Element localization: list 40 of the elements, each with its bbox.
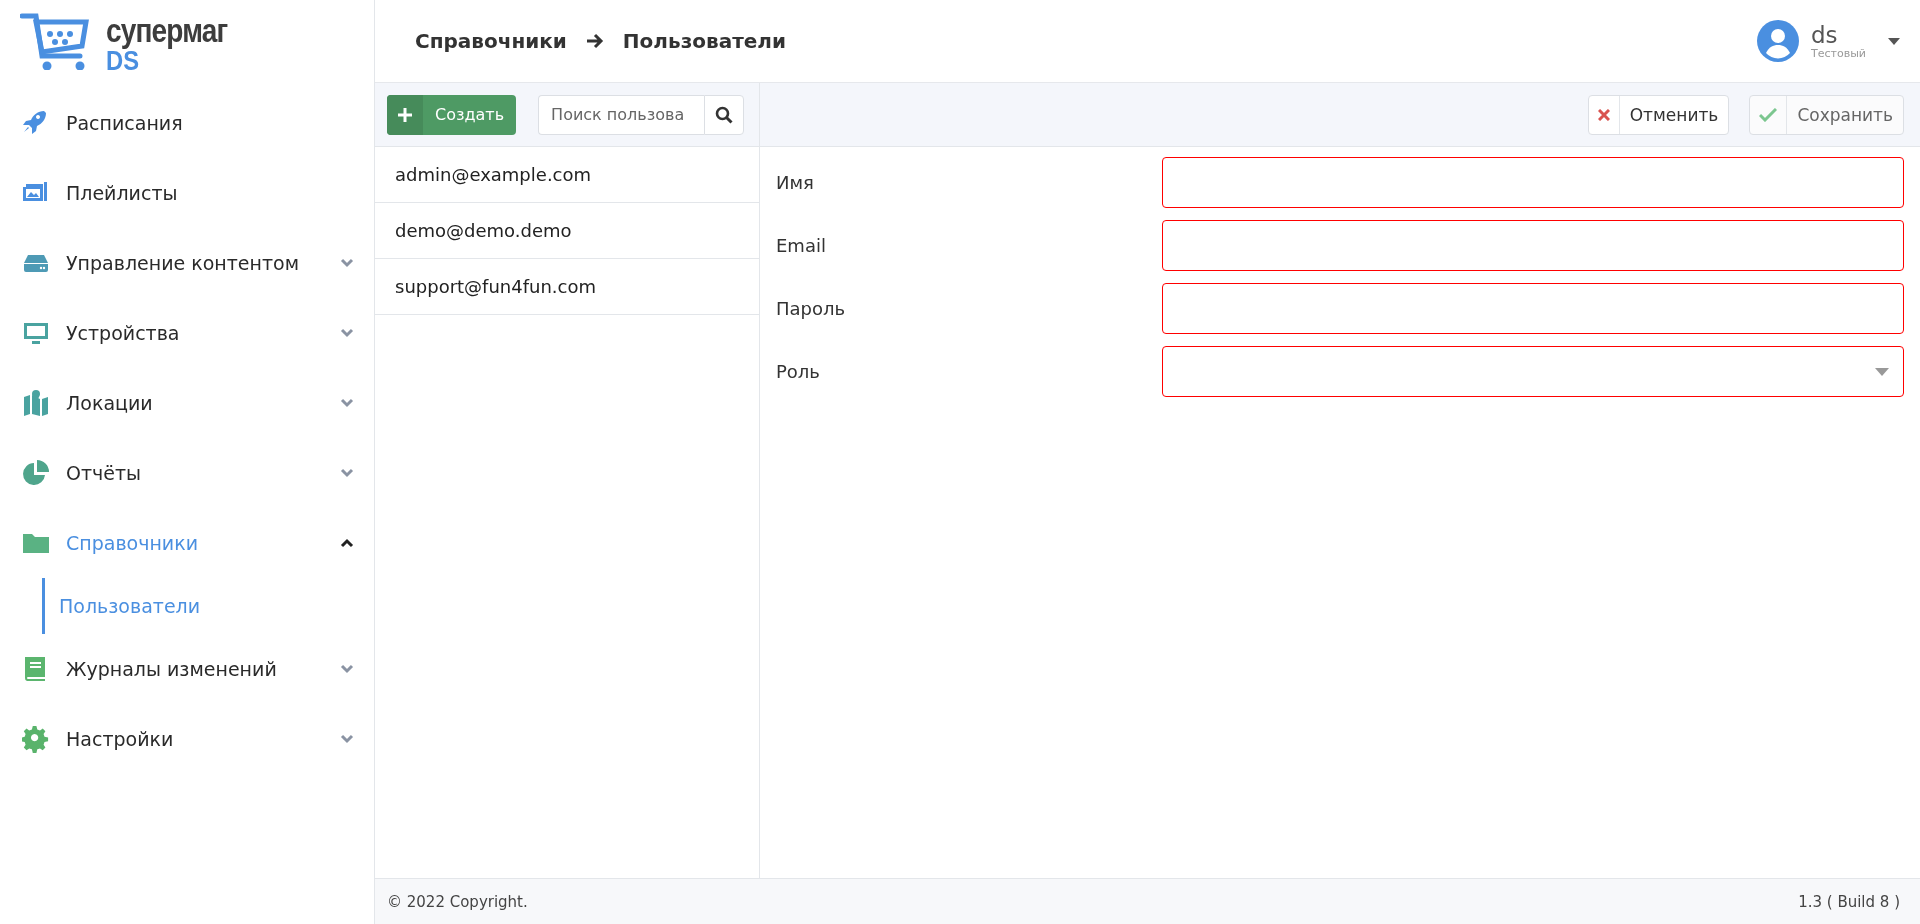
search-icon — [715, 105, 734, 124]
sidebar-item[interactable]: Плейлисты — [0, 158, 374, 228]
close-icon — [1597, 108, 1610, 121]
user-list-item[interactable]: demo@demo.demo — [375, 203, 759, 259]
input-field[interactable] — [1162, 283, 1904, 334]
plus-icon — [397, 106, 413, 123]
field-label: Имя — [776, 172, 815, 193]
search-button[interactable] — [704, 94, 745, 135]
dropdown-caret-icon — [1875, 367, 1889, 376]
sidebar-item[interactable]: Отчёты — [0, 438, 374, 508]
copyright-text: © 2022 Copyright. — [387, 892, 528, 911]
check-icon — [1759, 107, 1778, 122]
save-button[interactable]: Сохранить — [1749, 94, 1904, 135]
pie-chart-icon — [22, 459, 50, 487]
breadcrumb-item: Пользователи — [622, 29, 786, 53]
user-avatar-icon[interactable] — [1757, 20, 1799, 62]
user-list-item[interactable]: support@fun4fun.com — [375, 259, 759, 315]
map-pin-icon — [22, 389, 50, 417]
user-name: ds — [1811, 22, 1839, 47]
breadcrumb-item[interactable]: Справочники — [415, 29, 567, 53]
sidebar-item[interactable]: Настройки — [0, 704, 374, 774]
sidebar-item[interactable]: Управление контентом — [0, 228, 374, 298]
search-field[interactable]: Поиск пользова — [538, 94, 705, 135]
cancel-button[interactable]: Отменить — [1587, 94, 1730, 135]
role-select[interactable] — [1162, 346, 1904, 397]
input-field[interactable] — [1162, 157, 1904, 208]
settings-icon — [22, 725, 50, 753]
field-label: Пароль — [776, 298, 847, 319]
user-list-item[interactable]: admin@example.com — [375, 147, 759, 203]
dropdown-caret-icon[interactable] — [1888, 37, 1900, 45]
field-label: Email — [776, 235, 827, 256]
arrow-right-icon — [584, 32, 605, 50]
sidebar-item[interactable]: Расписания — [0, 88, 374, 158]
sidebar-item[interactable]: Устройства — [0, 298, 374, 368]
version-text: 1.3 ( Build 8 ) — [1798, 892, 1900, 911]
sidebar-item[interactable]: Локации — [0, 368, 374, 438]
input-field[interactable] — [1162, 220, 1904, 271]
user-role: Тестовый — [1811, 46, 1866, 60]
sidebar-item[interactable]: Журналы изменений — [0, 634, 374, 704]
field-label: Роль — [776, 361, 821, 382]
